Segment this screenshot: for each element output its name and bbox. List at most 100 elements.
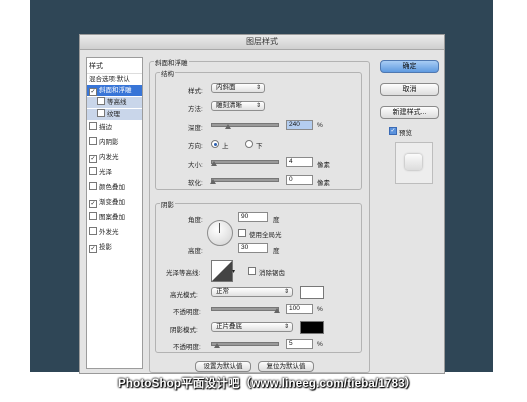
highlight-opacity-slider[interactable] (211, 307, 279, 311)
sidebar-item-satin[interactable]: 光泽 (87, 167, 142, 178)
make-default-button[interactable]: 设置为默认值 (195, 361, 251, 372)
shadow-mode-select[interactable]: 正片叠底 ⇕ (211, 322, 293, 332)
style-label: 样式: (188, 88, 203, 95)
sidebar-item-color-overlay[interactable]: 颜色叠加 (87, 182, 142, 193)
ok-button[interactable]: 确定 (380, 60, 439, 73)
direction-up-label: 上 (222, 143, 229, 150)
altitude-input[interactable]: 30 (238, 243, 268, 253)
shadow-opacity-slider[interactable] (211, 342, 279, 346)
technique-select[interactable]: 雕刻清晰 ⇕ (211, 101, 265, 111)
checkbox-pattern-overlay[interactable] (89, 212, 97, 220)
depth-slider[interactable] (211, 123, 279, 127)
size-slider-knob[interactable] (211, 161, 217, 166)
angle-dial[interactable] (207, 220, 233, 246)
checkbox-bevel-emboss[interactable]: ✓ (89, 88, 97, 96)
sidebar-item-pattern-overlay[interactable]: 图案叠加 (87, 212, 142, 223)
checkbox-texture[interactable] (97, 109, 105, 117)
altitude-unit: 度 (273, 248, 280, 255)
checkbox-inner-glow[interactable]: ✓ (89, 155, 97, 163)
checkbox-gradient-overlay[interactable]: ✓ (89, 200, 97, 208)
sidebar-item-stroke[interactable]: 描边 (87, 122, 142, 133)
sidebar-item-gradient-overlay[interactable]: ✓ 渐变叠加 (87, 197, 142, 208)
global-light-checkbox[interactable] (238, 229, 246, 237)
sidebar-item-label: 投影 (99, 244, 112, 251)
checkbox-satin[interactable] (89, 167, 97, 175)
anti-alias-checkbox[interactable] (248, 267, 256, 275)
sidebar-item-texture[interactable]: 纹理 (87, 109, 142, 120)
anti-alias-label: 消除锯齿 (259, 270, 285, 277)
direction-up-radio[interactable] (211, 140, 219, 148)
shadow-color-swatch[interactable] (300, 321, 324, 334)
angle-label: 角度: (188, 217, 203, 224)
checkbox-inner-shadow[interactable] (89, 137, 97, 145)
highlight-opacity-label: 不透明度: (173, 309, 201, 316)
size-slider[interactable] (211, 160, 279, 164)
shadow-mode-label: 阴影模式: (170, 327, 198, 334)
soften-unit: 像素 (317, 180, 330, 187)
sidebar-item-outer-glow[interactable]: 外发光 (87, 227, 142, 238)
sidebar-item-drop-shadow[interactable]: ✓ 投影 (87, 242, 142, 253)
styles-list: 样式 混合选项:默认 ✓ 斜面和浮雕 等高线 纹理 描边 内阴影 ✓ 内发光 光泽 … (86, 57, 143, 369)
select-arrows-icon: ⇕ (283, 324, 289, 330)
checkbox-outer-glow[interactable] (89, 227, 97, 235)
technique-label: 方法: (188, 106, 203, 113)
highlight-mode-select[interactable]: 正常 ⇕ (211, 287, 293, 297)
angle-dial-needle (219, 223, 220, 233)
style-select-value: 内斜面 (216, 84, 236, 91)
sidebar-item-label: 等高线 (107, 99, 127, 106)
direction-down-radio[interactable] (245, 140, 253, 148)
dialog-title: 图层样式 (80, 35, 444, 50)
styles-header[interactable]: 样式 (89, 61, 103, 71)
contour-dropdown-arrow-icon[interactable]: ▾ (232, 268, 235, 275)
shading-title: 阴影 (160, 199, 175, 209)
sidebar-item-label: 内阴影 (99, 139, 119, 146)
soften-slider[interactable] (211, 178, 279, 182)
new-style-button[interactable]: 新建样式... (380, 106, 439, 119)
shadow-opacity-knob[interactable] (214, 343, 220, 348)
cancel-button[interactable]: 取消 (380, 83, 439, 96)
global-light-label: 使用全局光 (249, 232, 282, 239)
technique-select-value: 雕刻清晰 (216, 102, 242, 109)
depth-label: 深度: (188, 125, 203, 132)
highlight-opacity-knob[interactable] (274, 308, 280, 313)
sidebar-item-bevel-emboss[interactable]: ✓ 斜面和浮雕 (87, 85, 142, 96)
checkbox-stroke[interactable] (89, 122, 97, 130)
checkbox-color-overlay[interactable] (89, 182, 97, 190)
preview-checkbox[interactable]: ✓ (389, 127, 397, 135)
highlight-opacity-input[interactable]: 100 (286, 304, 313, 314)
structure-title: 结构 (160, 68, 175, 78)
soften-slider-knob[interactable] (210, 179, 216, 184)
watermark-text: PhotoShop平面设计吧（www.lineeg.com/tieba/1783… (118, 378, 417, 390)
highlight-mode-label: 高光模式: (170, 292, 198, 299)
sidebar-item-label: 渐变叠加 (99, 199, 125, 206)
shadow-mode-value: 正片叠底 (216, 323, 242, 330)
highlight-color-swatch[interactable] (300, 286, 324, 299)
sidebar-item-blending-options[interactable]: 混合选项:默认 (87, 73, 142, 85)
soften-input[interactable]: 0 (286, 175, 313, 185)
highlight-mode-value: 正常 (216, 288, 229, 295)
depth-input[interactable]: 240 (286, 120, 313, 130)
sidebar-item-contour[interactable]: 等高线 (87, 97, 142, 108)
size-label: 大小: (188, 162, 203, 169)
gloss-contour-preview[interactable] (211, 260, 233, 282)
checkbox-contour[interactable] (97, 97, 105, 105)
sidebar-item-label: 斜面和浮雕 (99, 87, 132, 94)
bevel-section-title: 斜面和浮雕 (154, 57, 189, 67)
style-select[interactable]: 内斜面 ⇕ (211, 83, 265, 93)
reset-default-button[interactable]: 复位为默认值 (258, 361, 314, 372)
shadow-opacity-input[interactable]: 5 (286, 339, 313, 349)
altitude-label: 高度: (188, 248, 203, 255)
sidebar-item-inner-shadow[interactable]: 内阴影 (87, 137, 142, 148)
select-arrows-icon: ⇕ (255, 85, 261, 91)
layer-style-dialog: 图层样式 样式 混合选项:默认 ✓ 斜面和浮雕 等高线 纹理 描边 内阴影 ✓ 内发… (79, 34, 445, 374)
depth-unit: % (317, 122, 323, 129)
size-input[interactable]: 4 (286, 157, 313, 167)
checkbox-drop-shadow[interactable]: ✓ (89, 245, 97, 253)
sidebar-item-label: 描边 (99, 124, 112, 131)
angle-input[interactable]: 90 (238, 212, 268, 222)
depth-slider-knob[interactable] (225, 124, 231, 129)
shadow-opacity-label: 不透明度: (173, 344, 201, 351)
sidebar-item-label: 颜色叠加 (99, 184, 125, 191)
sidebar-item-label: 图案叠加 (99, 214, 125, 221)
sidebar-item-inner-glow[interactable]: ✓ 内发光 (87, 152, 142, 163)
